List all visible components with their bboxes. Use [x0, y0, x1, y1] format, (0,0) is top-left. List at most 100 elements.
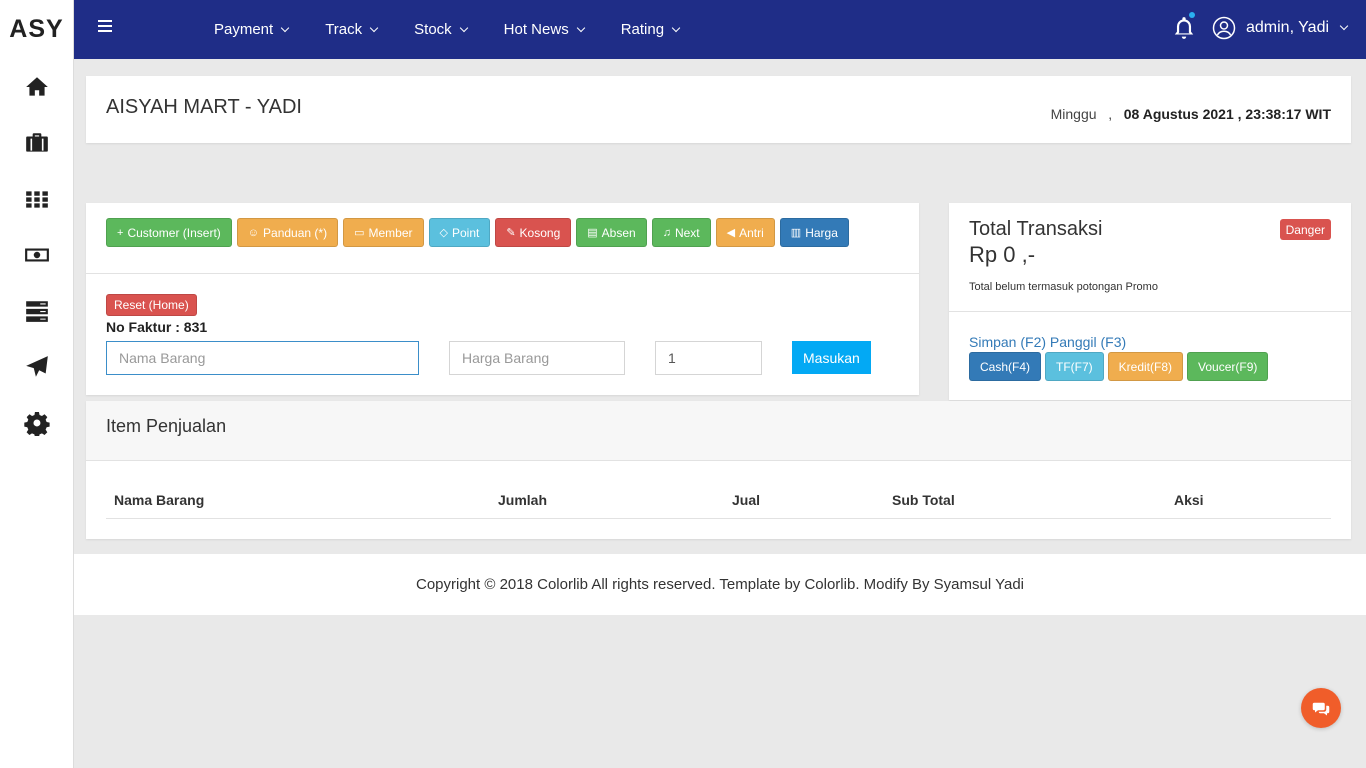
panggil-link[interactable]: Panggil (F3): [1050, 334, 1126, 350]
column-header-jumlah[interactable]: Jumlah: [498, 492, 547, 508]
brand-logo[interactable]: ASY: [0, 0, 73, 59]
point-button-label: Point: [451, 225, 480, 240]
menu-payment-label: Payment: [214, 21, 274, 38]
transfer-button[interactable]: TF(F7): [1045, 352, 1104, 381]
sales-items-card: Item Penjualan Nama Barang Jumlah Jual S…: [86, 401, 1351, 539]
harga-button[interactable]: ▥ Harga: [779, 218, 849, 247]
payment-buttons: Cash(F4) TF(F7) Kredit(F8) Voucer(F9): [969, 352, 1272, 381]
customer-button[interactable]: + Customer (Insert): [106, 218, 232, 247]
chat-button[interactable]: [1301, 688, 1341, 728]
action-buttons: + Customer (Insert) ☺ Panduan (*) ▭ Member …: [106, 218, 854, 247]
footer: Copyright © 2018 Colorlib All rights res…: [74, 554, 1366, 615]
chat-icon: [1312, 702, 1330, 716]
antri-button[interactable]: ◀ Antri: [715, 218, 775, 247]
add-item-button[interactable]: Masukan: [792, 341, 871, 374]
menu-rating[interactable]: Rating: [621, 21, 681, 38]
column-header-nama-barang[interactable]: Nama Barang: [114, 492, 204, 508]
menu-payment[interactable]: Payment: [214, 21, 290, 38]
user-name: admin, Yadi: [1246, 19, 1330, 36]
chevron-down-icon: [576, 23, 585, 32]
grid-icon: [26, 191, 48, 208]
kosong-button-label: Kosong: [519, 225, 561, 240]
divider: [949, 311, 1351, 312]
sidebar-item-server[interactable]: [0, 283, 74, 339]
sidebar-item-briefcase[interactable]: [0, 115, 74, 171]
quantity-input[interactable]: [655, 341, 762, 375]
next-button-label: Next: [674, 225, 700, 240]
total-note: Total belum termasuk potongan Promo: [969, 281, 1158, 293]
item-price-input[interactable]: [449, 341, 625, 375]
menu-track-label: Track: [325, 21, 363, 38]
member-button-label: Member: [368, 225, 413, 240]
absen-button[interactable]: ▤ Absen: [576, 218, 647, 247]
chevron-down-icon: [1339, 21, 1349, 31]
header-card: AISYAH MART - YADI Minggu , 08 Agustus 2…: [86, 76, 1351, 143]
kosong-button[interactable]: ✎ Kosong: [495, 218, 572, 247]
user-avatar-icon: [1212, 16, 1236, 40]
sales-items-header: Item Penjualan: [86, 401, 1351, 461]
transaction-input-panel: + Customer (Insert) ☺ Panduan (*) ▭ Member …: [86, 203, 919, 395]
column-header-aksi[interactable]: Aksi: [1174, 492, 1204, 508]
column-header-sub-total[interactable]: Sub Total: [892, 492, 955, 508]
reset-button[interactable]: Reset (Home): [106, 294, 197, 316]
diamond-icon: ◇: [439, 227, 448, 239]
antri-button-label: Antri: [739, 225, 764, 240]
copyright-text: Copyright © 2018 Colorlib All rights res…: [416, 576, 1024, 593]
bell-icon: ♫: [662, 226, 671, 239]
user-menu[interactable]: admin, Yadi: [1212, 16, 1349, 40]
plus-icon: +: [117, 226, 124, 239]
briefcase-icon: [26, 133, 48, 152]
next-button[interactable]: ♫ Next: [651, 218, 711, 247]
total-amount: Rp 0 ,-: [969, 242, 1036, 267]
chevron-down-icon: [671, 23, 681, 32]
voucher-button[interactable]: Voucer(F9): [1187, 352, 1269, 381]
datetime-value: 08 Agustus 2021 , 23:38:17 WIT: [1123, 106, 1331, 122]
sidebar-item-money[interactable]: [0, 227, 74, 283]
absen-button-label: Absen: [601, 225, 636, 240]
save-call-links: Simpan (F2) Panggil (F3): [969, 334, 1126, 350]
table-divider: [106, 518, 1331, 519]
notification-dot: [1189, 12, 1195, 18]
pencil-icon: ✎: [506, 227, 516, 239]
barcode-icon: ▥: [790, 227, 802, 239]
point-button[interactable]: ◇ Point: [428, 218, 491, 247]
top-menu: Payment Track Stock Hot News Rating: [214, 0, 716, 59]
sidebar-item-home[interactable]: [0, 59, 74, 115]
sidebar: ASY: [0, 0, 74, 768]
list-icon: ▤: [587, 227, 598, 239]
kredit-button[interactable]: Kredit(F8): [1107, 352, 1184, 381]
menu-hot-news-label: Hot News: [503, 21, 569, 38]
sidebar-item-settings[interactable]: [0, 395, 74, 451]
menu-stock[interactable]: Stock: [414, 21, 468, 38]
sidebar-item-grid[interactable]: [0, 171, 74, 227]
page-title: AISYAH MART - YADI: [106, 96, 302, 118]
sales-items-title: Item Penjualan: [106, 416, 227, 436]
menu-track[interactable]: Track: [325, 21, 379, 38]
topbar: Payment Track Stock Hot News Rating admi…: [74, 0, 1366, 59]
sidebar-nav: [0, 59, 74, 451]
status-badge: Danger: [1279, 219, 1331, 240]
divider: [86, 273, 919, 274]
notification-bell-icon[interactable]: [1171, 12, 1197, 41]
panduan-button[interactable]: ☺ Panduan (*): [236, 218, 339, 247]
total-panel: Total Transaksi Rp 0 ,- Danger Total bel…: [949, 203, 1351, 400]
money-icon: [25, 248, 49, 262]
customer-button-label: Customer (Insert): [127, 225, 221, 240]
chevron-down-icon: [369, 23, 379, 32]
date-time: Minggu , 08 Agustus 2021 , 23:38:17 WIT: [1051, 106, 1331, 122]
send-icon: [26, 356, 48, 377]
item-name-input[interactable]: [106, 341, 419, 375]
menu-stock-label: Stock: [414, 21, 452, 38]
member-button[interactable]: ▭ Member: [343, 218, 424, 247]
column-header-jual[interactable]: Jual: [732, 492, 760, 508]
sidebar-item-send[interactable]: [0, 339, 74, 395]
harga-button-label: Harga: [805, 225, 838, 240]
smile-icon: ☺: [247, 226, 260, 239]
hamburger-menu-icon[interactable]: [98, 20, 112, 32]
menu-hot-news[interactable]: Hot News: [503, 21, 585, 38]
server-icon: [26, 301, 48, 322]
simpan-link[interactable]: Simpan (F2): [969, 334, 1046, 350]
cash-button[interactable]: Cash(F4): [969, 352, 1042, 381]
card-icon: ▭: [354, 227, 365, 239]
home-icon: [26, 77, 48, 96]
